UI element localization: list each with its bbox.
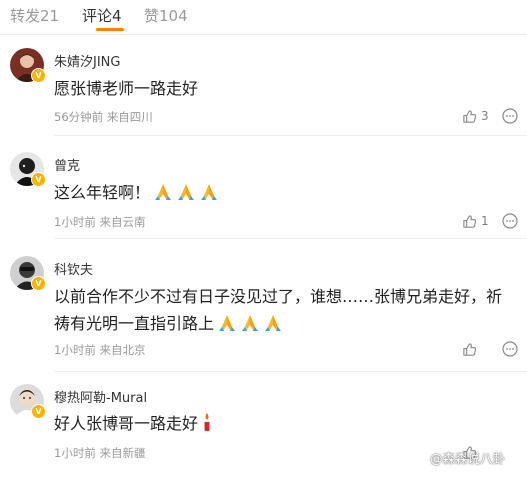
candle-emoji-icon — [204, 413, 210, 431]
thumbs-up-icon — [463, 342, 477, 356]
comment-item: V 曾克 这么年轻啊！ 1小时前 来自云南 1 — [0, 136, 527, 239]
pray-emoji-icon — [201, 184, 218, 200]
comment-text: 愿张博老师一路走好 — [54, 75, 515, 102]
comment-meta: 56分钟前 来自四川 — [54, 110, 153, 124]
tab-reposts[interactable]: 转发21 — [10, 5, 59, 26]
pray-emoji-icon — [155, 184, 172, 200]
more-icon[interactable] — [501, 107, 519, 125]
comment-text: 这么年轻啊！ — [54, 179, 515, 206]
verified-badge: V — [31, 404, 46, 419]
comment-tabs: 转发21 评论4 赞104 — [0, 0, 527, 35]
comment-text: 以前合作不少不过有日子没见过了，谁想……张博兄弟走好，祈祷有光明一直指引路上 — [54, 283, 515, 337]
comment-text-body: 这么年轻啊！ — [54, 183, 151, 202]
verified-badge: V — [31, 172, 46, 187]
like-button[interactable]: 3 — [462, 107, 489, 125]
pray-emoji-icon — [178, 184, 195, 200]
verified-badge: V — [31, 276, 46, 291]
comment-item: V 科钦夫 以前合作不少不过有日子没见过了，谁想……张博兄弟走好，祈祷有光明一直… — [0, 239, 527, 372]
comment-meta: 1小时前 来自新疆 — [54, 446, 146, 460]
verified-badge: V — [31, 68, 46, 83]
thumbs-up-icon — [463, 109, 477, 123]
more-icon[interactable] — [501, 212, 519, 230]
comment-meta: 1小时前 来自云南 — [54, 215, 146, 229]
comment-username[interactable]: 朱婧汐JING — [54, 51, 120, 70]
thumbs-up-icon — [463, 214, 477, 228]
like-button[interactable]: 1 — [462, 212, 489, 230]
like-count: 3 — [481, 109, 489, 123]
like-count: 1 — [481, 214, 489, 228]
comment-username[interactable]: 穆热阿勒-Mural — [54, 387, 147, 406]
watermark: @森森说八卦 — [410, 448, 505, 467]
like-button[interactable] — [462, 340, 481, 358]
comment-username[interactable]: 科钦夫 — [54, 259, 93, 278]
tab-active-indicator — [96, 28, 124, 31]
tab-likes[interactable]: 赞104 — [144, 5, 188, 26]
chat-logo-icon — [411, 451, 425, 465]
pray-emoji-icon — [265, 315, 282, 331]
pray-emoji-icon — [242, 315, 259, 331]
watermark-text: @森森说八卦 — [430, 451, 506, 466]
comment-text: 好人张博哥一路走好 — [54, 410, 515, 437]
comment-text-body: 愿张博老师一路走好 — [54, 79, 199, 98]
more-icon[interactable] — [501, 340, 519, 358]
comment-meta: 1小时前 来自北京 — [54, 343, 146, 357]
tab-comments[interactable]: 评论4 — [82, 5, 122, 26]
comment-item: V 朱婧汐JING 愿张博老师一路走好 56分钟前 来自四川 3 — [0, 34, 527, 136]
comment-username[interactable]: 曾克 — [54, 155, 80, 174]
pray-emoji-icon — [219, 315, 236, 331]
comment-text-body: 好人张博哥一路走好 — [54, 414, 199, 433]
